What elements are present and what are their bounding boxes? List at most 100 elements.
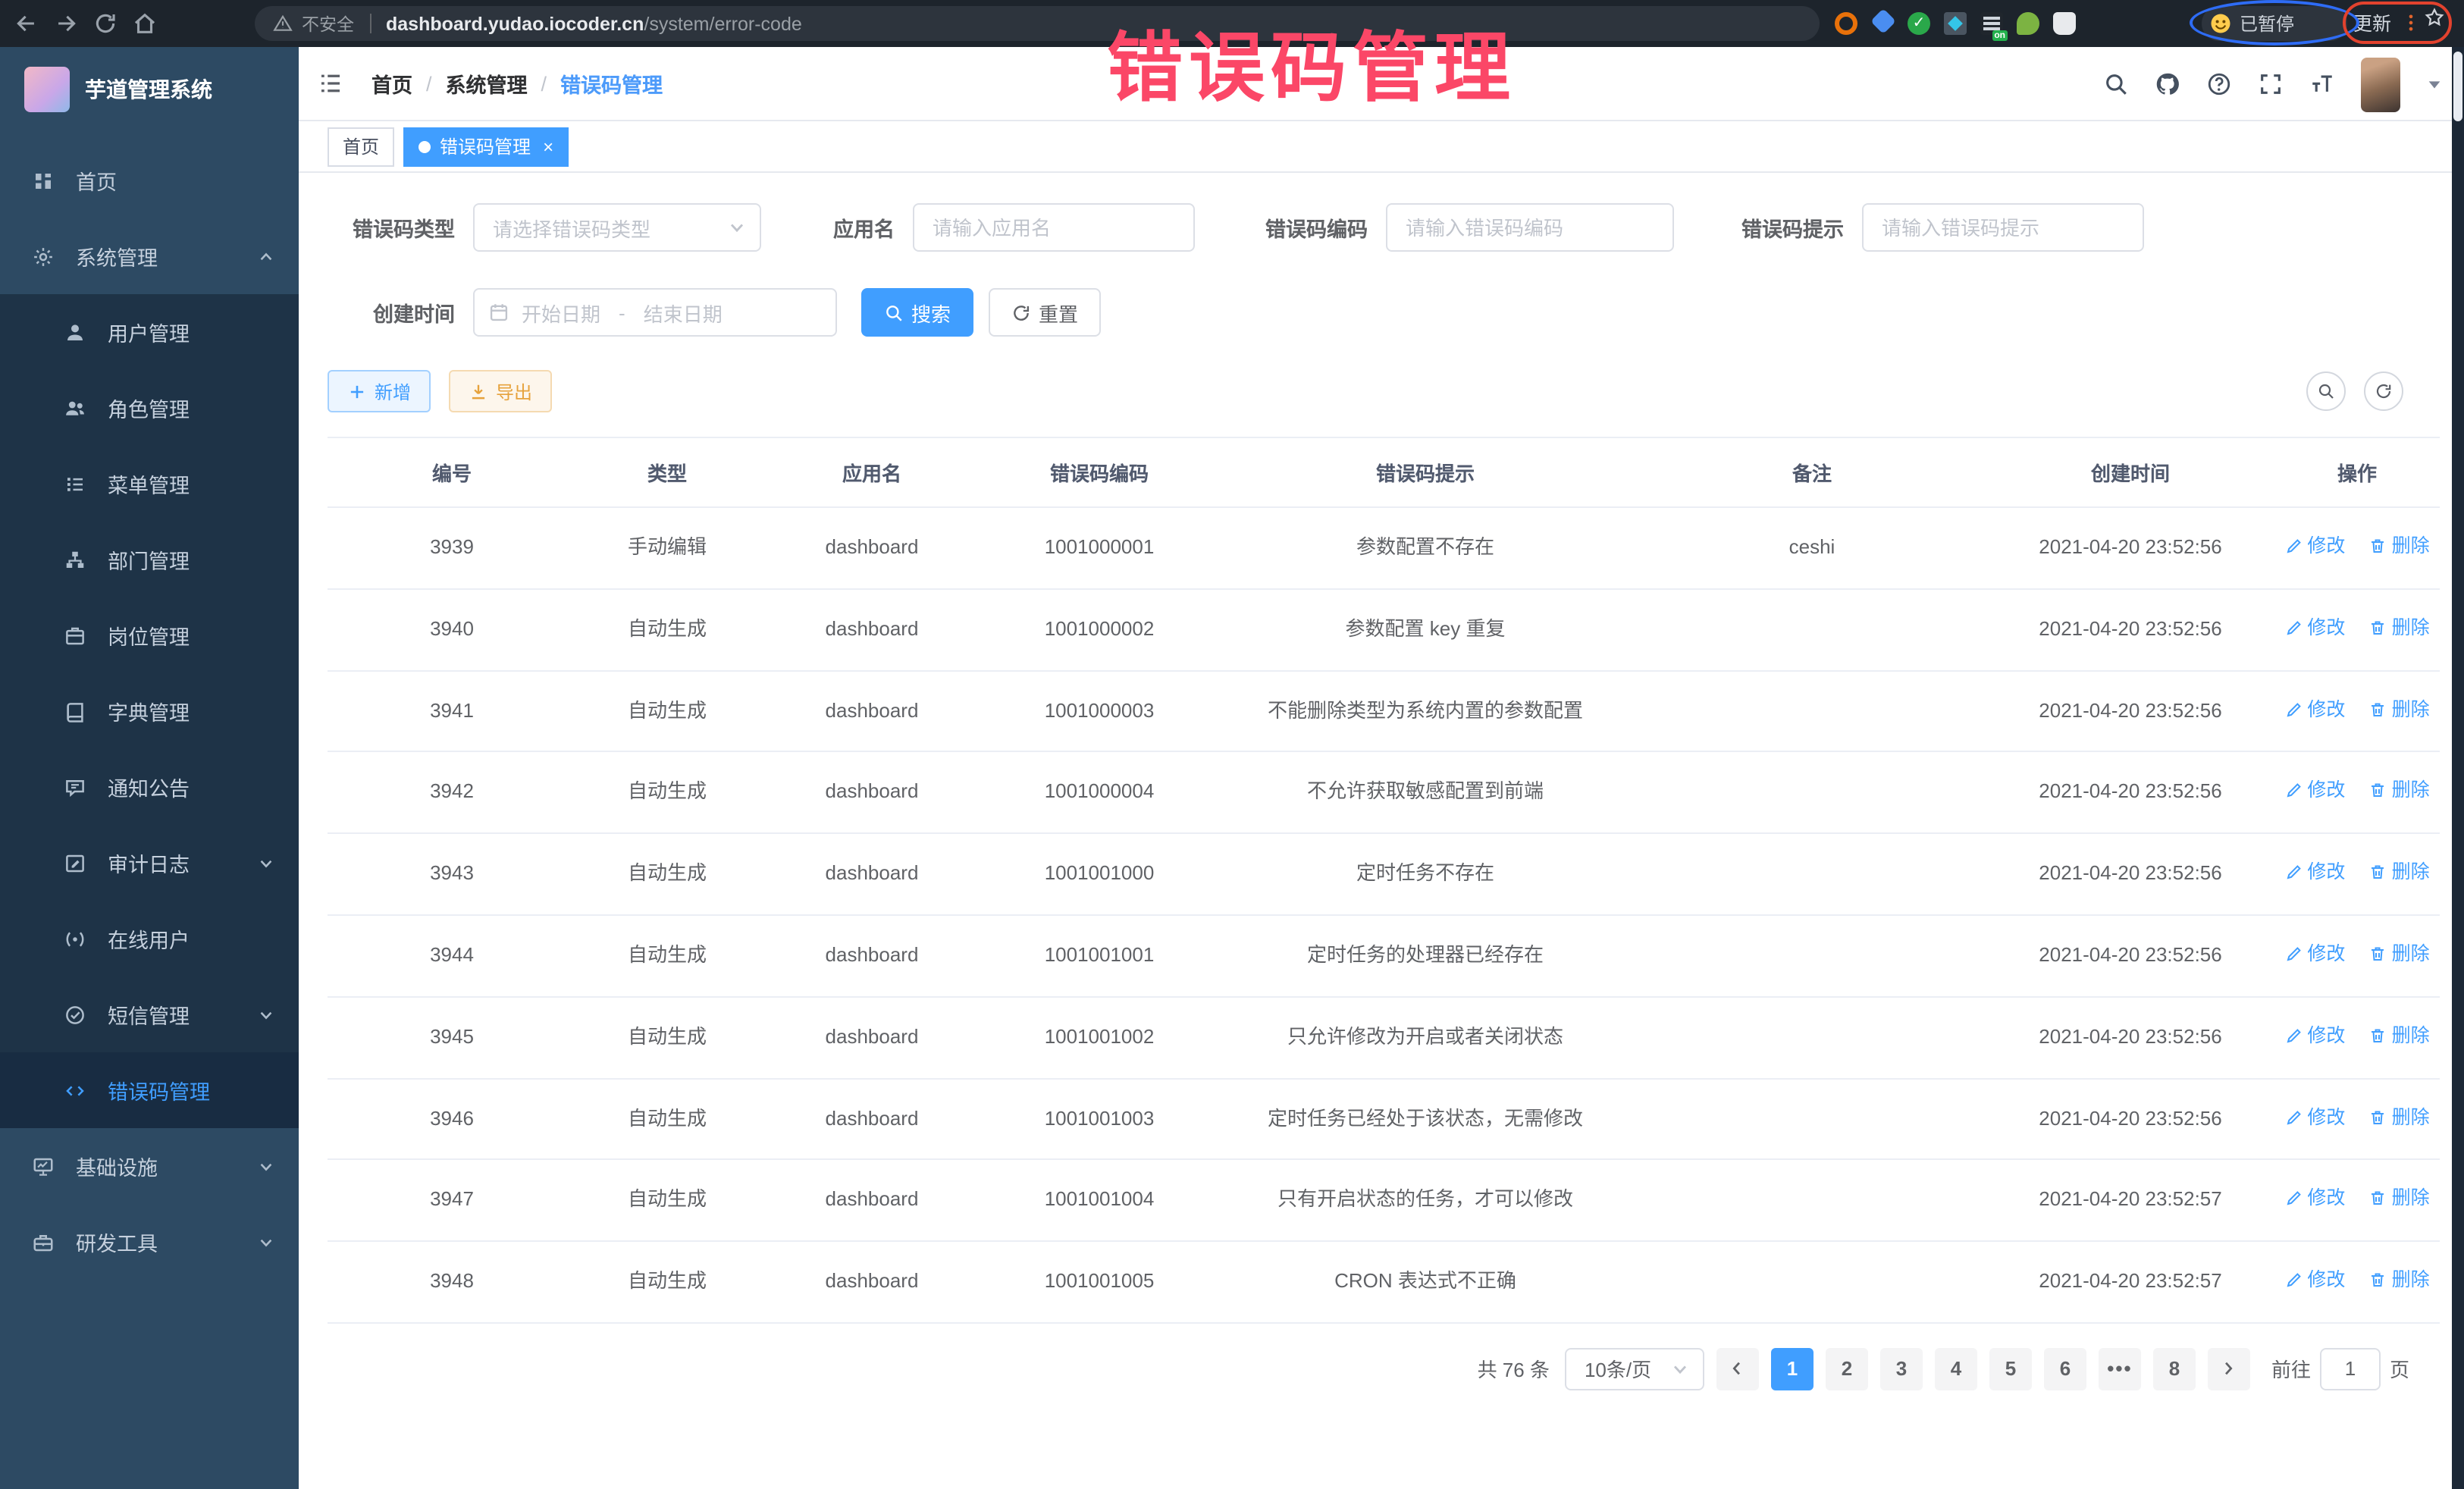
error-msg-input[interactable] <box>1862 203 2144 252</box>
jump-page-input[interactable] <box>2320 1348 2381 1390</box>
edit-link[interactable]: 修改 <box>2284 1102 2345 1132</box>
add-button[interactable]: 新增 <box>328 370 431 412</box>
sidebar-item-user-mgmt[interactable]: 用户管理 <box>0 294 299 370</box>
sidebar-item-error-code[interactable]: 错误码管理 <box>0 1052 299 1128</box>
prev-page-button[interactable] <box>1716 1348 1759 1390</box>
page-button-6[interactable]: 6 <box>2044 1348 2086 1390</box>
edit-link[interactable]: 修改 <box>2284 1020 2345 1051</box>
trash-icon <box>2369 945 2387 963</box>
browser-menu-kebab-icon[interactable] <box>2400 10 2422 34</box>
cell-app: dashboard <box>758 752 986 834</box>
sidebar-item-menu-mgmt[interactable]: 菜单管理 <box>0 446 299 522</box>
error-type-select[interactable]: 请选择错误码类型 <box>473 203 761 252</box>
delete-link[interactable]: 删除 <box>2369 1183 2430 1214</box>
calendar-icon <box>488 302 509 323</box>
header-search-icon[interactable] <box>2103 71 2129 97</box>
tab-error-code[interactable]: 错误码管理 × <box>403 127 569 166</box>
delete-link[interactable]: 删除 <box>2369 1102 2430 1132</box>
sidebar-item-dict-mgmt[interactable]: 字典管理 <box>0 673 299 749</box>
cell-app: dashboard <box>758 670 986 752</box>
date-range-picker[interactable]: 开始日期 - 结束日期 <box>473 288 837 337</box>
sidebar-item-dept-mgmt[interactable]: 部门管理 <box>0 522 299 597</box>
app-name-input[interactable] <box>913 203 1195 252</box>
reset-button[interactable]: 重置 <box>989 288 1101 337</box>
error-code-input[interactable] <box>1386 203 1674 252</box>
extension-icon[interactable] <box>1944 12 1967 35</box>
extension-icon[interactable] <box>1870 8 1896 34</box>
browser-update-button[interactable]: 更新 <box>2353 8 2422 36</box>
delete-link[interactable]: 删除 <box>2369 1020 2430 1051</box>
page-button-4[interactable]: 4 <box>1935 1348 1977 1390</box>
close-tab-icon[interactable]: × <box>543 136 553 157</box>
fullscreen-icon[interactable] <box>2258 71 2284 97</box>
reload-icon[interactable] <box>92 11 118 36</box>
page-scrollbar[interactable] <box>2452 47 2464 1489</box>
page-size-select[interactable]: 10条/页 <box>1565 1348 1704 1390</box>
delete-link[interactable]: 删除 <box>2369 857 2430 887</box>
more-pages-button[interactable]: ••• <box>2099 1348 2141 1390</box>
extension-icon[interactable] <box>2017 12 2039 35</box>
breadcrumb-system[interactable]: 系统管理 <box>446 68 528 99</box>
cell-remark <box>1638 1241 1986 1323</box>
sidebar-item-online-users[interactable]: 在线用户 <box>0 901 299 976</box>
edit-link[interactable]: 修改 <box>2284 939 2345 969</box>
edit-pencil-icon <box>2284 1108 2303 1126</box>
page-button-3[interactable]: 3 <box>1880 1348 1923 1390</box>
extensions-puzzle-icon[interactable] <box>2053 12 2076 35</box>
cell-time: 2021-04-20 23:52:56 <box>1986 670 2274 752</box>
extension-icon[interactable]: ✓ <box>1908 12 1930 35</box>
page-button-1[interactable]: 1 <box>1771 1348 1814 1390</box>
page-button-5[interactable]: 5 <box>1989 1348 2032 1390</box>
export-button[interactable]: 导出 <box>449 370 552 412</box>
address-bar[interactable]: 不安全 dashboard.yudao.iocoder.cn/system/er… <box>255 6 1820 41</box>
page-button-2[interactable]: 2 <box>1826 1348 1868 1390</box>
avatar-caret-down-icon[interactable] <box>2426 76 2443 92</box>
help-icon[interactable] <box>2206 71 2232 97</box>
delete-link[interactable]: 删除 <box>2369 613 2430 643</box>
extension-icon[interactable]: on <box>1980 12 2003 35</box>
edit-link[interactable]: 修改 <box>2284 613 2345 643</box>
edit-link[interactable]: 修改 <box>2284 776 2345 806</box>
sidebar-item-notice[interactable]: 通知公告 <box>0 749 299 825</box>
extension-icon[interactable] <box>1835 12 1857 35</box>
user-avatar[interactable] <box>2361 57 2400 111</box>
delete-link[interactable]: 删除 <box>2369 531 2430 561</box>
scrollbar-thumb[interactable] <box>2453 52 2462 121</box>
paused-profile-badge[interactable]: 已暂停 <box>2202 6 2347 41</box>
next-page-button[interactable] <box>2208 1348 2250 1390</box>
sidebar-item-role-mgmt[interactable]: 角色管理 <box>0 370 299 446</box>
sidebar-menu: 首页 系统管理 用户管理 角色管理 菜单管理 部门管理 <box>0 143 299 1280</box>
delete-link[interactable]: 删除 <box>2369 939 2430 969</box>
delete-link[interactable]: 删除 <box>2369 1265 2430 1295</box>
toggle-search-button[interactable] <box>2306 371 2346 411</box>
edit-link[interactable]: 修改 <box>2284 694 2345 724</box>
start-date-placeholder[interactable]: 开始日期 <box>522 298 600 327</box>
edit-link[interactable]: 修改 <box>2284 1265 2345 1295</box>
sidebar-item-home[interactable]: 首页 <box>0 143 299 218</box>
home-icon[interactable] <box>132 11 158 36</box>
tab-home[interactable]: 首页 <box>328 127 394 166</box>
refresh-table-button[interactable] <box>2364 371 2403 411</box>
sidebar-item-post-mgmt[interactable]: 岗位管理 <box>0 597 299 673</box>
back-icon[interactable] <box>14 11 39 36</box>
sidebar-group-sms[interactable]: 短信管理 <box>0 976 299 1052</box>
app-logo-row[interactable]: 芋道管理系统 <box>0 47 299 130</box>
forward-icon[interactable] <box>53 11 79 36</box>
delete-link[interactable]: 删除 <box>2369 694 2430 724</box>
edit-link[interactable]: 修改 <box>2284 857 2345 887</box>
bookmark-star-icon[interactable] <box>2423 6 2446 29</box>
sidebar-toggle-icon[interactable] <box>317 70 344 97</box>
github-icon[interactable] <box>2155 71 2180 97</box>
sidebar-group-devtools[interactable]: 研发工具 <box>0 1204 299 1280</box>
edit-link[interactable]: 修改 <box>2284 531 2345 561</box>
sidebar-group-audit-log[interactable]: 审计日志 <box>0 825 299 901</box>
search-button[interactable]: 搜索 <box>861 288 973 337</box>
breadcrumb-home[interactable]: 首页 <box>371 68 412 99</box>
end-date-placeholder[interactable]: 结束日期 <box>644 298 723 327</box>
delete-link[interactable]: 删除 <box>2369 776 2430 806</box>
page-button-8[interactable]: 8 <box>2153 1348 2196 1390</box>
edit-link[interactable]: 修改 <box>2284 1183 2345 1214</box>
sidebar-group-infra[interactable]: 基础设施 <box>0 1128 299 1204</box>
font-size-icon[interactable] <box>2309 71 2335 97</box>
sidebar-group-system[interactable]: 系统管理 <box>0 218 299 294</box>
